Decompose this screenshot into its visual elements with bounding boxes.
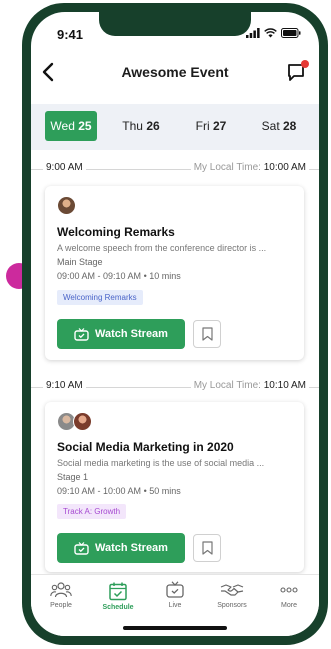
session-description: Social media marketing is the use of soc… bbox=[57, 458, 265, 468]
tv-icon bbox=[74, 541, 89, 555]
bookmark-icon bbox=[201, 327, 213, 341]
bookmark-button[interactable] bbox=[193, 534, 221, 562]
tab-label: More bbox=[281, 602, 297, 609]
session-description: A welcome speech from the conference dir… bbox=[57, 243, 267, 253]
day-tab-dow: Sat bbox=[261, 119, 280, 133]
day-tab-wed[interactable]: Wed 25 bbox=[45, 111, 97, 141]
slot-time: 9:00 AM bbox=[43, 162, 86, 173]
tab-sponsors[interactable]: Sponsors bbox=[204, 581, 260, 609]
speaker-avatars bbox=[57, 196, 76, 215]
tab-label: People bbox=[50, 602, 72, 609]
session-time: 09:00 AM - 09:10 AM • 10 mins bbox=[57, 271, 181, 281]
tab-live[interactable]: Live bbox=[147, 581, 203, 609]
session-card[interactable]: Social Media Marketing in 2020 Social me… bbox=[45, 402, 304, 572]
session-duration: 10 mins bbox=[149, 271, 181, 281]
more-dots-icon bbox=[280, 587, 298, 593]
tab-label: Live bbox=[168, 602, 182, 609]
day-tab-num: 26 bbox=[146, 119, 160, 133]
local-time-label: My Local Time: bbox=[193, 162, 261, 173]
avatar bbox=[57, 196, 76, 215]
phone-screen: 9:41 Awesome Event Wed 25 Thu 26 Fri 27 … bbox=[31, 12, 319, 636]
day-tab-dow: Thu bbox=[122, 119, 143, 133]
status-time: 9:41 bbox=[57, 27, 84, 42]
session-title: Welcoming Remarks bbox=[57, 225, 175, 239]
chat-notification-icon[interactable] bbox=[285, 58, 311, 84]
phone-frame: 9:41 Awesome Event Wed 25 Thu 26 Fri 27 … bbox=[22, 3, 328, 645]
speaker-avatars bbox=[57, 412, 92, 431]
battery-icon bbox=[281, 28, 301, 38]
tv-icon bbox=[74, 327, 89, 341]
session-duration: 50 mins bbox=[149, 486, 181, 496]
avatar bbox=[73, 412, 92, 431]
session-time-range: 09:10 AM - 10:00 AM bbox=[57, 486, 142, 496]
day-tab-num: 28 bbox=[283, 119, 297, 133]
calendar-check-icon bbox=[109, 582, 127, 601]
day-tab-dow: Fri bbox=[195, 119, 210, 133]
day-tab-fri[interactable]: Fri 27 bbox=[185, 111, 237, 141]
day-tab-num: 25 bbox=[78, 119, 92, 133]
day-tab-dow: Wed bbox=[50, 119, 75, 133]
bookmark-icon bbox=[201, 541, 213, 555]
people-icon bbox=[50, 582, 72, 598]
watch-stream-label: Watch Stream bbox=[95, 542, 168, 554]
notch bbox=[99, 12, 251, 36]
bookmark-button[interactable] bbox=[193, 320, 221, 348]
slot-time: 9:10 AM bbox=[43, 380, 86, 391]
status-icons bbox=[246, 28, 301, 38]
local-time-label: My Local Time: bbox=[193, 380, 261, 391]
local-time-value: 10:10 AM bbox=[263, 380, 306, 391]
page-title: Awesome Event bbox=[121, 64, 229, 80]
home-indicator bbox=[123, 626, 227, 630]
session-time: 09:10 AM - 10:00 AM • 50 mins bbox=[57, 486, 181, 496]
local-time: My Local Time: 10:00 AM bbox=[190, 162, 309, 173]
local-time: My Local Time: 10:10 AM bbox=[190, 380, 309, 391]
day-tab-num: 27 bbox=[212, 119, 227, 133]
session-venue: Main Stage bbox=[57, 257, 103, 267]
tab-more[interactable]: More bbox=[261, 581, 317, 609]
watch-stream-label: Watch Stream bbox=[95, 328, 168, 340]
tab-label: Schedule bbox=[102, 604, 134, 611]
session-tag[interactable]: Welcoming Remarks bbox=[57, 290, 143, 305]
time-slot-header: 9:10 AM My Local Time: 10:10 AM bbox=[31, 379, 319, 397]
session-venue: Stage 1 bbox=[57, 472, 89, 482]
session-time-range: 09:00 AM - 09:10 AM bbox=[57, 271, 142, 281]
watch-stream-button[interactable]: Watch Stream bbox=[57, 533, 185, 563]
session-title: Social Media Marketing in 2020 bbox=[57, 440, 234, 454]
local-time-value: 10:00 AM bbox=[263, 162, 306, 173]
watch-stream-button[interactable]: Watch Stream bbox=[57, 319, 185, 349]
day-selector: Wed 25 Thu 26 Fri 27 Sat 28 bbox=[31, 104, 319, 150]
handshake-icon bbox=[220, 584, 244, 596]
session-tag[interactable]: Track A: Growth bbox=[57, 504, 127, 519]
top-bar: Awesome Event bbox=[31, 50, 319, 94]
signal-icon bbox=[246, 28, 260, 38]
time-slot-header: 9:00 AM My Local Time: 10:00 AM bbox=[31, 161, 319, 179]
day-tab-thu[interactable]: Thu 26 bbox=[115, 111, 167, 141]
day-tab-sat[interactable]: Sat 28 bbox=[251, 111, 307, 141]
tv-icon bbox=[166, 581, 184, 598]
session-card[interactable]: Welcoming Remarks A welcome speech from … bbox=[45, 186, 304, 360]
tab-people[interactable]: People bbox=[33, 581, 89, 609]
tab-schedule[interactable]: Schedule bbox=[90, 581, 146, 611]
wifi-icon bbox=[264, 28, 277, 38]
tab-label: Sponsors bbox=[217, 602, 247, 609]
